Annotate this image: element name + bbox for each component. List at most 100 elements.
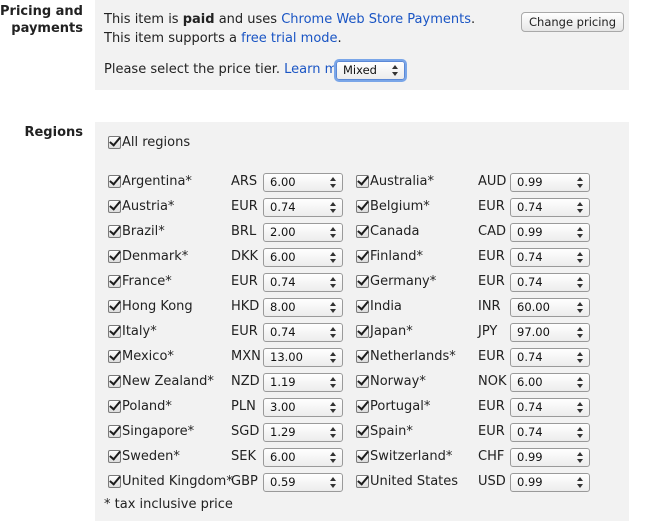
region-price-select-portugal[interactable]: 0.74 (510, 398, 590, 417)
region-currency-portugal: EUR (478, 399, 505, 414)
region-price-select-new-zealand[interactable]: 1.19 (263, 373, 343, 392)
cws-payments-link[interactable]: Chrome Web Store Payments (281, 12, 471, 27)
region-price-select-switzerland[interactable]: 0.99 (510, 448, 590, 467)
change-pricing-button[interactable]: Change pricing (521, 12, 625, 32)
region-currency-japan: JPY (478, 324, 498, 339)
region-checkbox-italy[interactable] (108, 325, 121, 338)
region-price-select-mexico[interactable]: 13.00 (263, 348, 343, 367)
region-checkbox-finland[interactable] (356, 250, 369, 263)
region-price-value: 97.00 (517, 325, 550, 339)
region-currency-india: INR (478, 299, 501, 314)
region-label-united-states: United States (370, 474, 459, 489)
region-checkbox-spain[interactable] (356, 425, 369, 438)
region-currency-finland: EUR (478, 249, 505, 264)
region-checkbox-new-zealand[interactable] (108, 375, 121, 388)
region-price-select-brazil[interactable]: 2.00 (263, 223, 343, 242)
select-arrows-icon (330, 476, 337, 489)
region-price-select-united-states[interactable]: 0.99 (510, 473, 590, 492)
region-checkbox-denmark[interactable] (108, 250, 121, 263)
region-label-sweden: Sweden* (122, 449, 180, 464)
select-arrows-icon (577, 301, 584, 314)
region-price-select-norway[interactable]: 6.00 (510, 373, 590, 392)
region-price-select-austria[interactable]: 0.74 (263, 198, 343, 217)
region-price-select-india[interactable]: 60.00 (510, 298, 590, 317)
region-checkbox-sweden[interactable] (108, 450, 121, 463)
select-arrows-icon (577, 276, 584, 289)
region-currency-australia: AUD (478, 174, 507, 189)
trial-mode-line: This item supports a free trial mode. (104, 30, 342, 47)
region-price-select-italy[interactable]: 0.74 (263, 323, 343, 342)
region-checkbox-france[interactable] (108, 275, 121, 288)
region-currency-denmark: DKK (231, 249, 259, 264)
select-arrows-icon (330, 401, 337, 414)
region-checkbox-japan[interactable] (356, 325, 369, 338)
region-checkbox-argentina[interactable] (108, 175, 121, 188)
trial-mode-suffix: . (337, 31, 342, 46)
price-tier-select[interactable]: Mixed (336, 61, 405, 80)
region-currency-singapore: SGD (231, 424, 260, 439)
region-price-select-france[interactable]: 0.74 (263, 273, 343, 292)
select-arrows-icon (577, 401, 584, 414)
region-price-select-united-kingdom[interactable]: 0.59 (263, 473, 343, 492)
region-checkbox-belgium[interactable] (356, 200, 369, 213)
region-label-belgium: Belgium* (370, 199, 430, 214)
region-price-select-australia[interactable]: 0.99 (510, 173, 590, 192)
region-price-select-argentina[interactable]: 6.00 (263, 173, 343, 192)
region-checkbox-canada[interactable] (356, 225, 369, 238)
region-checkbox-portugal[interactable] (356, 400, 369, 413)
payment-mode-prefix: This item is (104, 12, 183, 27)
select-arrows-icon (577, 176, 584, 189)
region-price-value: 0.74 (517, 350, 543, 364)
region-price-select-sweden[interactable]: 6.00 (263, 448, 343, 467)
region-checkbox-switzerland[interactable] (356, 450, 369, 463)
region-currency-poland: PLN (231, 399, 256, 414)
region-checkbox-united-states[interactable] (356, 475, 369, 488)
region-price-value: 0.74 (270, 200, 296, 214)
region-price-select-hong-kong[interactable]: 8.00 (263, 298, 343, 317)
region-checkbox-austria[interactable] (108, 200, 121, 213)
region-checkbox-hong-kong[interactable] (108, 300, 121, 313)
region-price-select-singapore[interactable]: 1.29 (263, 423, 343, 442)
region-checkbox-germany[interactable] (356, 275, 369, 288)
region-checkbox-singapore[interactable] (108, 425, 121, 438)
region-price-select-japan[interactable]: 97.00 (510, 323, 590, 342)
region-price-select-canada[interactable]: 0.99 (510, 223, 590, 242)
region-checkbox-norway[interactable] (356, 375, 369, 388)
free-trial-link[interactable]: free trial mode (241, 31, 337, 46)
region-price-value: 0.74 (517, 425, 543, 439)
region-currency-spain: EUR (478, 424, 505, 439)
region-price-select-poland[interactable]: 3.00 (263, 398, 343, 417)
region-price-select-belgium[interactable]: 0.74 (510, 198, 590, 217)
region-currency-italy: EUR (231, 324, 258, 339)
region-checkbox-netherlands[interactable] (356, 350, 369, 363)
region-price-select-finland[interactable]: 0.74 (510, 248, 590, 267)
select-arrows-icon (577, 326, 584, 339)
region-label-germany: Germany* (370, 274, 437, 289)
select-arrows-icon (330, 451, 337, 464)
region-price-value: 0.74 (517, 250, 543, 264)
region-checkbox-india[interactable] (356, 300, 369, 313)
region-price-select-spain[interactable]: 0.74 (510, 423, 590, 442)
region-checkbox-australia[interactable] (356, 175, 369, 188)
select-arrows-icon (330, 176, 337, 189)
region-price-value: 8.00 (270, 300, 296, 314)
region-checkbox-poland[interactable] (108, 400, 121, 413)
region-checkbox-mexico[interactable] (108, 350, 121, 363)
region-label-argentina: Argentina* (122, 174, 192, 189)
region-label-india: India (370, 299, 402, 314)
region-price-select-netherlands[interactable]: 0.74 (510, 348, 590, 367)
region-price-select-denmark[interactable]: 6.00 (263, 248, 343, 267)
region-label-united-kingdom: United Kingdom* (122, 474, 233, 489)
region-price-value: 1.29 (270, 425, 296, 439)
region-label-poland: Poland* (122, 399, 172, 414)
region-price-select-germany[interactable]: 0.74 (510, 273, 590, 292)
region-currency-sweden: SEK (231, 449, 256, 464)
select-arrows-icon (577, 426, 584, 439)
region-checkbox-brazil[interactable] (108, 225, 121, 238)
region-currency-united-kingdom: GBP (231, 474, 258, 489)
select-arrows-icon (392, 64, 399, 77)
region-checkbox-united-kingdom[interactable] (108, 475, 121, 488)
select-arrows-icon (330, 201, 337, 214)
region-price-value: 0.99 (517, 175, 543, 189)
all-regions-checkbox[interactable] (108, 136, 121, 149)
